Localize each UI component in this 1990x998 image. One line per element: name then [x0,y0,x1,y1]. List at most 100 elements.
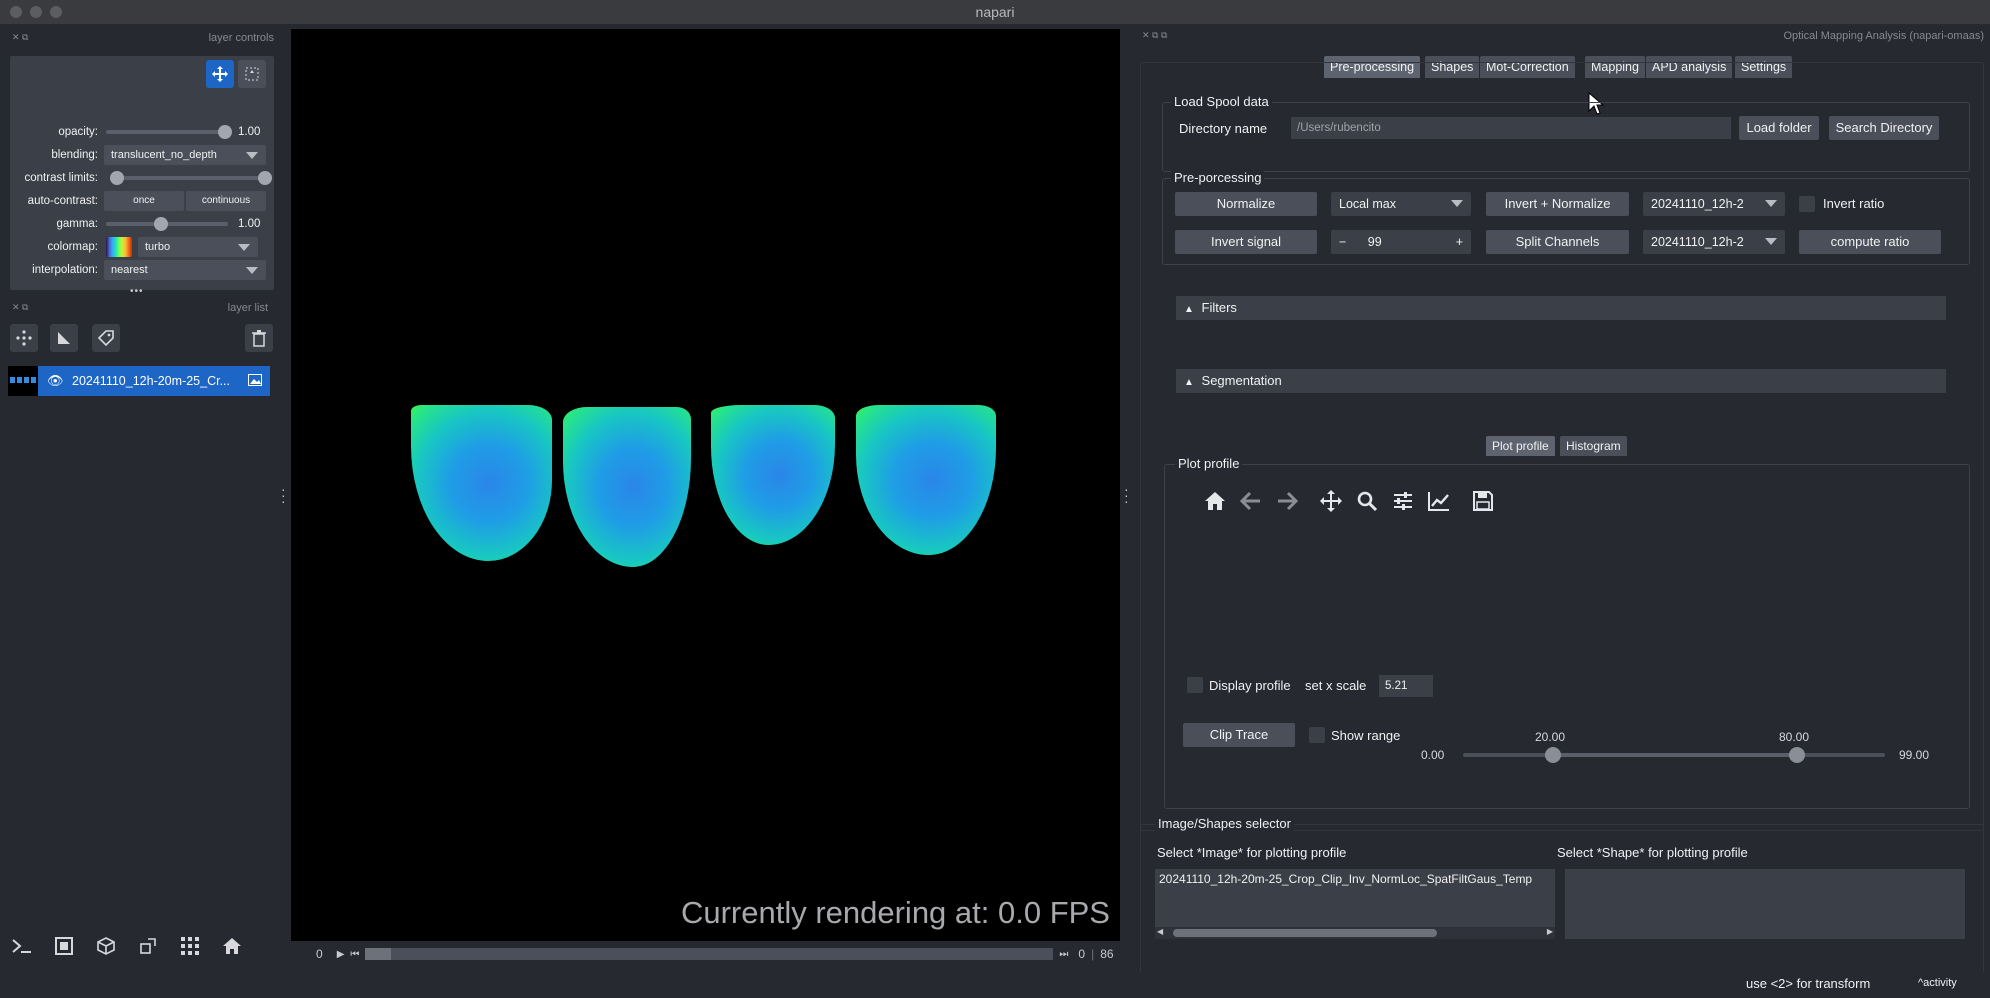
play-icon[interactable]: ▶ [337,949,345,960]
window-titlebar: napari [0,0,1990,24]
image-listbox[interactable]: 20241110_12h-20m-25_Crop_Clip_Inv_NormLo… [1155,869,1555,939]
range-high-handle[interactable] [1789,747,1805,763]
filters-section[interactable]: ▲ Filters [1176,296,1946,320]
x-scale-input[interactable]: 5.21 [1379,675,1433,697]
transform-icon[interactable] [238,60,266,88]
forward-arrow-icon[interactable] [1273,487,1301,515]
minimize-window-icon[interactable] [30,6,42,18]
maximize-window-icon[interactable] [50,6,62,18]
status-hint: use <2> for transform [1746,976,1871,991]
right-dock-splitter[interactable]: · · · [1124,482,1129,508]
left-dock-splitter[interactable]: · · · [281,482,286,508]
set-x-scale-label: set x scale [1305,678,1367,693]
console-icon[interactable] [8,932,36,960]
roll-dimensions-icon[interactable] [92,932,120,960]
shape-listbox[interactable] [1565,869,1965,939]
home-icon[interactable] [1201,487,1229,515]
new-points-layer-icon[interactable] [10,324,38,352]
blending-select[interactable]: translucent_no_depth [104,145,266,165]
grid-view-icon[interactable] [176,932,204,960]
new-labels-layer-icon[interactable] [92,324,120,352]
layer-name[interactable]: 20241110_12h-20m-25_Cr... [72,374,230,388]
ndisplay-toggle-icon[interactable] [50,932,78,960]
interpolation-select[interactable]: nearest [104,260,266,280]
step-last-icon[interactable]: ⏭ [1059,949,1068,960]
range-slider[interactable]: 20.00 80.00 [1463,730,1885,763]
compute-ratio-button[interactable]: compute ratio [1799,230,1941,254]
pan-move-icon[interactable] [1317,487,1345,515]
image-select-1[interactable]: 20241110_12h-2 [1643,192,1785,216]
load-folder-button[interactable]: Load folder [1739,116,1819,140]
image-list-item[interactable]: 20241110_12h-20m-25_Crop_Clip_Inv_NormLo… [1159,872,1551,886]
normalize-method-select[interactable]: Local max [1331,192,1471,216]
pan-zoom-icon[interactable] [206,60,234,88]
gamma-slider[interactable] [106,217,228,231]
normalize-button[interactable]: Normalize [1175,192,1317,216]
tab-pre-processing[interactable]: Pre-processing [1324,56,1421,78]
tab-histogram[interactable]: Histogram [1560,436,1627,456]
dock-close-icon[interactable]: ✕ ⧉ [12,32,28,43]
edit-axes-icon[interactable] [1425,487,1453,515]
dock-close-icon[interactable]: ✕ ⧉ [12,302,28,313]
tab-mot-correction[interactable]: Mot-Correction [1480,56,1575,78]
directory-name-input[interactable]: /Users/rubencito [1291,117,1731,139]
colormap-swatch [106,237,132,257]
show-range-checkbox[interactable] [1309,727,1325,743]
segmentation-section[interactable]: ▲ Segmentation [1176,369,1946,393]
close-window-icon[interactable] [10,6,22,18]
viewer-canvas[interactable]: Currently rendering at: 0.0 FPS [291,29,1120,941]
invert-ratio-checkbox[interactable] [1799,196,1815,212]
opacity-slider-handle[interactable] [218,125,232,139]
horizontal-scrollbar[interactable]: ◀ ▶ [1155,927,1555,939]
clip-trace-button[interactable]: Clip Trace [1183,723,1295,747]
layer-list-item[interactable]: 👁 20241110_12h-20m-25_Cr... [8,366,270,396]
image-select-2[interactable]: 20241110_12h-2 [1643,230,1785,254]
new-shapes-layer-icon[interactable] [50,324,78,352]
invert-signal-button[interactable]: Invert signal [1175,230,1317,254]
image-shapes-selector-group: Image/Shapes selector Select *Image* for… [1140,816,1984,976]
tab-mapping[interactable]: Mapping [1585,56,1645,78]
contrast-limits-slider[interactable] [110,171,272,185]
scroll-left-icon[interactable]: ◀ [1157,927,1163,936]
delete-layer-icon[interactable] [245,324,273,352]
scroll-right-icon[interactable]: ▶ [1547,927,1553,936]
visibility-eye-icon[interactable]: 👁 [47,373,64,389]
splitter-handle[interactable]: ••• [130,286,144,297]
step-first-icon[interactable]: ⏮ [350,949,359,960]
tab-settings[interactable]: Settings [1735,56,1793,78]
contrast-limits-label: contrast limits: [24,172,99,184]
opacity-slider[interactable] [106,125,232,139]
spin-minus-icon[interactable]: − [1339,235,1346,249]
spinbox[interactable]: − 99 + [1331,230,1471,254]
activity-toggle[interactable]: ^activity [1918,977,1957,989]
invert-normalize-button[interactable]: Invert + Normalize [1486,192,1629,216]
search-directory-button[interactable]: Search Directory [1829,116,1939,140]
frame-slider[interactable] [365,948,1054,960]
contrast-high-handle[interactable] [258,171,272,185]
status-bar: use <2> for transform ^activity [0,972,1990,998]
gamma-slider-handle[interactable] [154,217,168,231]
back-arrow-icon[interactable] [1237,487,1265,515]
chevron-down-icon [246,267,258,274]
dock-close-icon[interactable]: ✕ ⧉ ⧉ [1142,30,1167,41]
tab-apd-analysis[interactable]: APD analysis [1646,56,1733,78]
display-profile-label: Display profile [1209,678,1291,693]
tab-shapes[interactable]: Shapes [1425,56,1480,78]
zoom-magnifier-icon[interactable] [1353,487,1381,515]
frame-slider-handle[interactable] [365,948,392,960]
scrollbar-thumb[interactable] [1173,929,1437,937]
contrast-low-handle[interactable] [110,171,124,185]
auto-contrast-once-button[interactable]: once [104,191,184,211]
auto-contrast-continuous-button[interactable]: continuous [186,191,266,211]
configure-subplots-icon[interactable] [1389,487,1417,515]
spin-plus-icon[interactable]: + [1456,230,1463,254]
colormap-select[interactable]: turbo [138,237,258,257]
range-low-handle[interactable] [1545,747,1561,763]
display-profile-checkbox[interactable] [1187,677,1203,693]
window-controls[interactable] [10,6,62,18]
split-channels-button[interactable]: Split Channels [1486,230,1629,254]
home-reset-view-icon[interactable] [218,932,246,960]
save-figure-icon[interactable] [1469,487,1497,515]
tab-plot-profile[interactable]: Plot profile [1486,436,1555,456]
transpose-icon[interactable] [134,932,162,960]
